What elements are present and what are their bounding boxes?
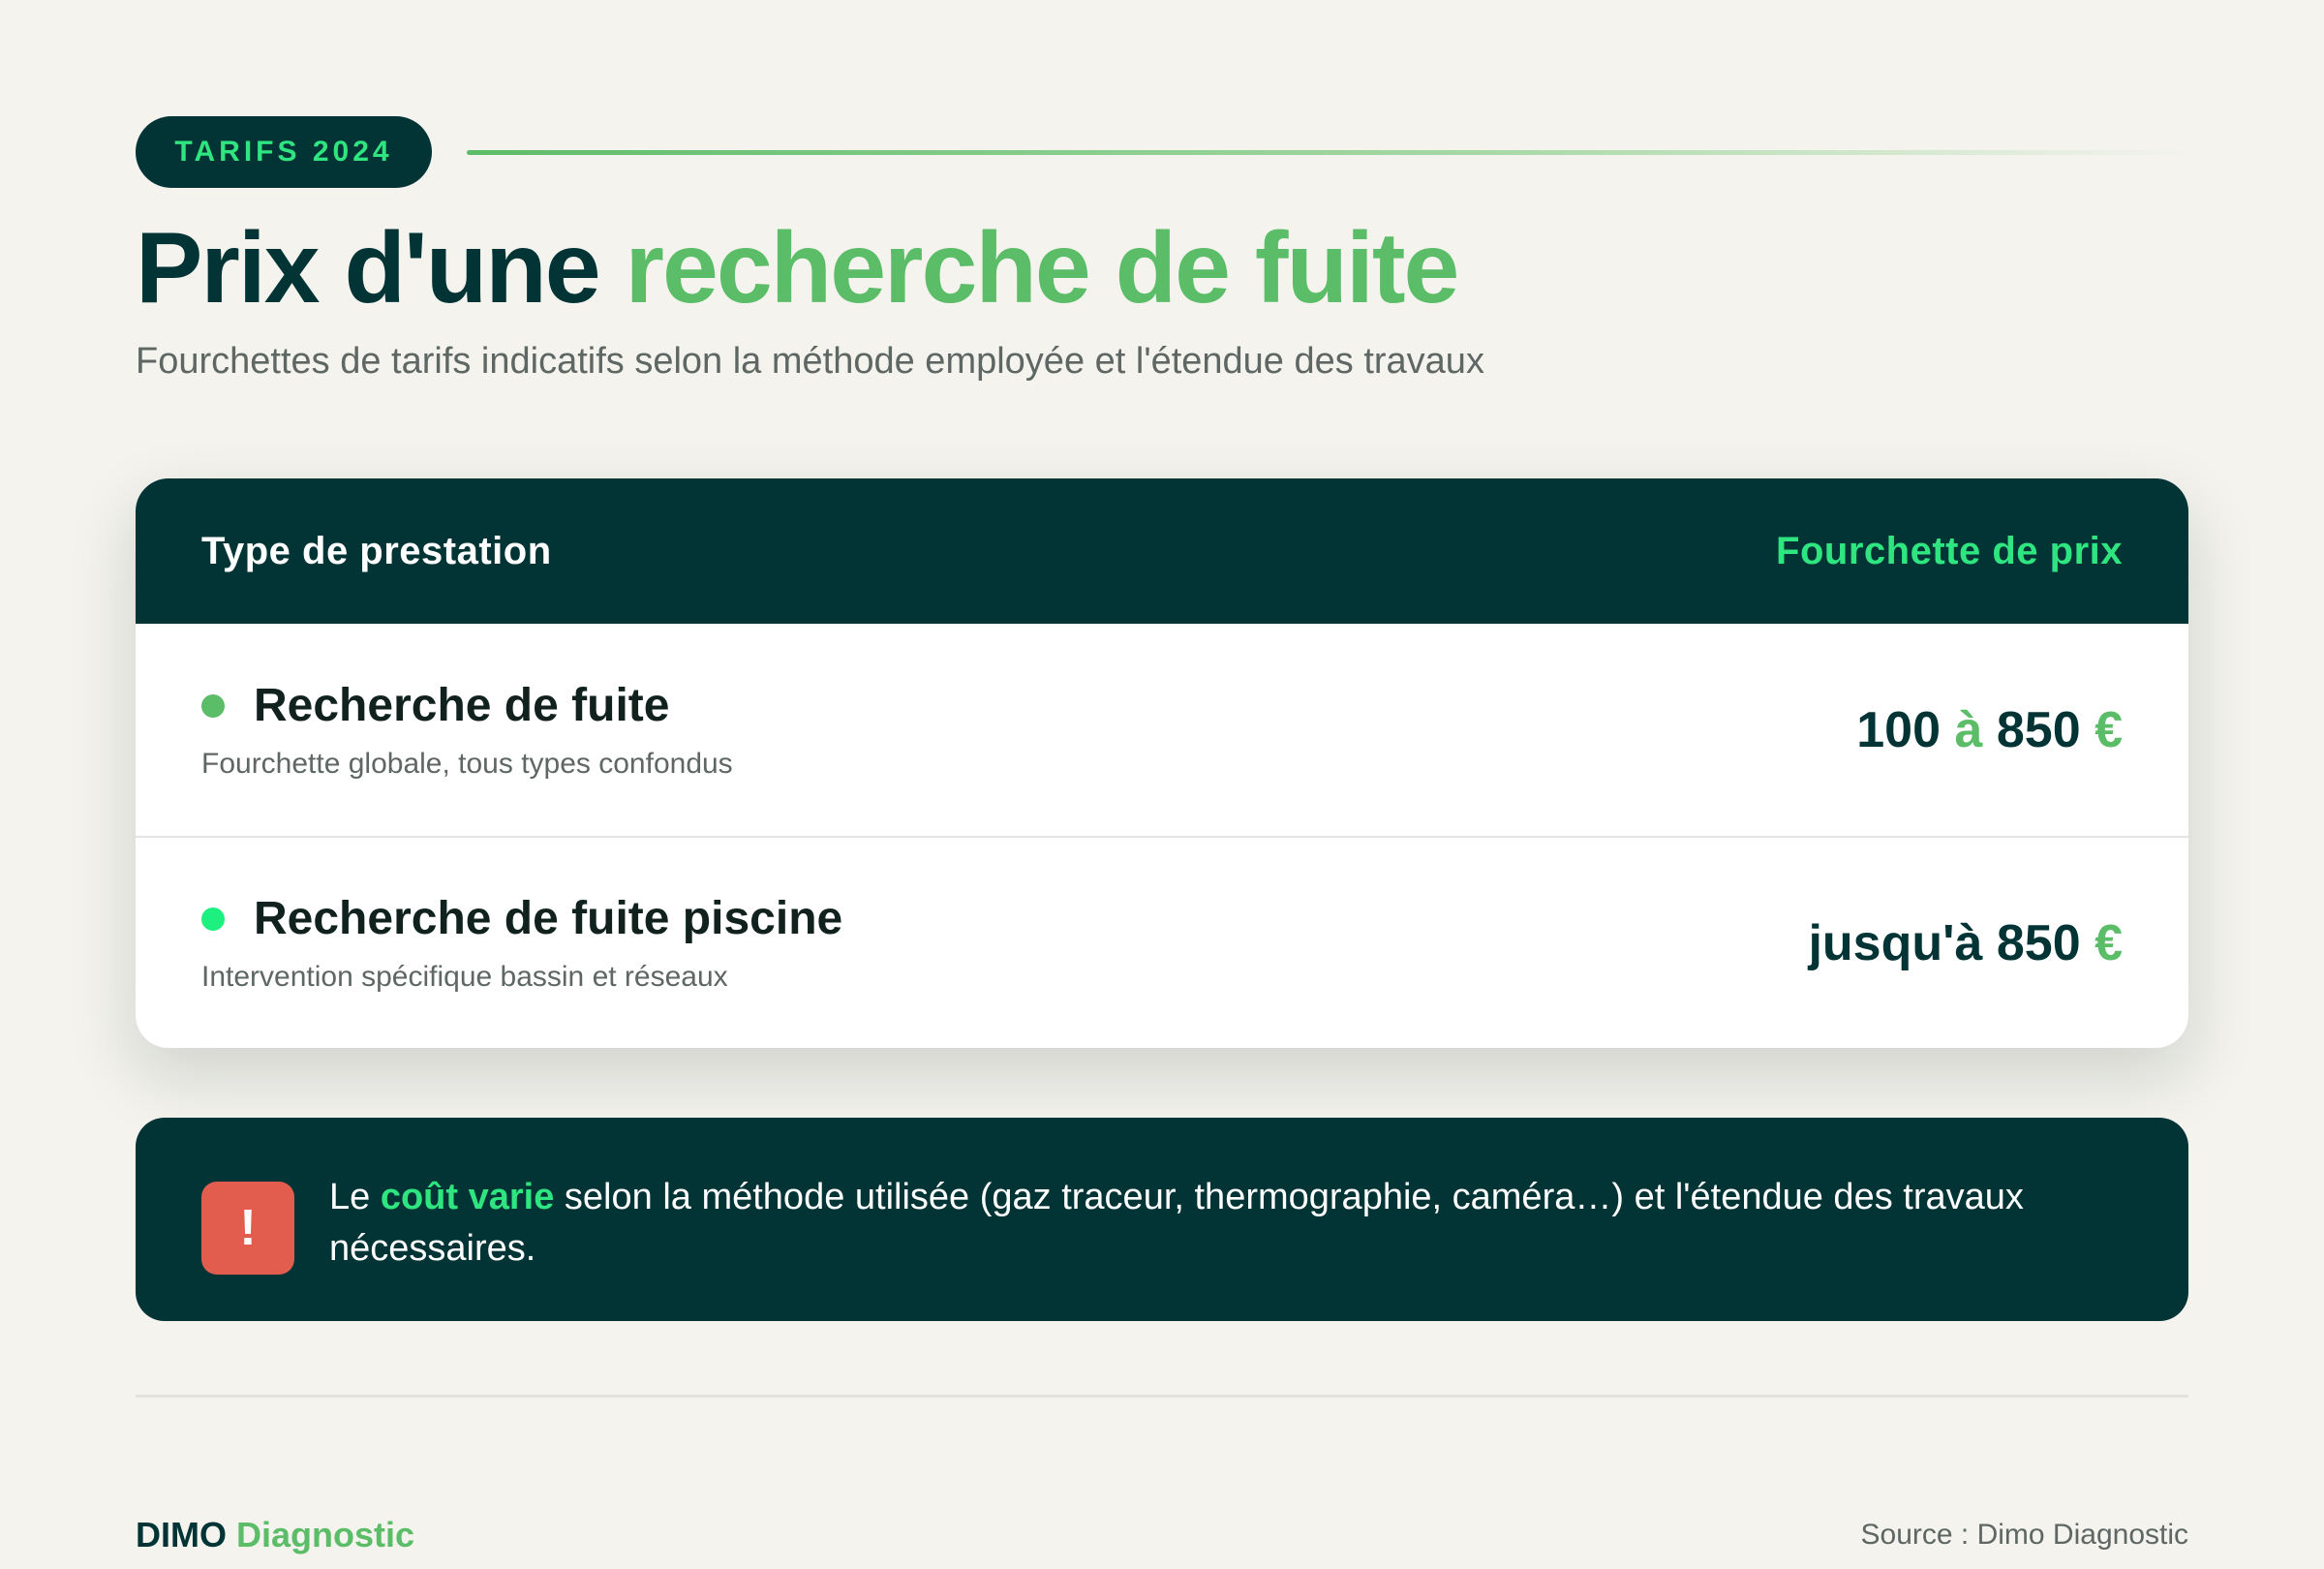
row-description: Recherche de fuite piscine Intervention … [201,892,842,994]
table-row: Recherche de fuite piscine Intervention … [136,836,2188,1048]
note-text-before: Le [329,1177,381,1217]
service-name: Recherche de fuite piscine [254,893,843,944]
price-to: 850 [1996,701,2081,758]
brand-main: DIMO [136,1515,227,1554]
price-table: Type de prestation Fourchette de prix Re… [136,478,2188,1048]
eyebrow-row: TARIFS 2024 [136,116,2188,188]
service-description: Intervention spécifique bassin et réseau… [201,961,728,993]
row-description: Recherche de fuite Fourchette globale, t… [201,679,733,781]
page: TARIFS 2024 Prix d'une recherche de fuit… [136,116,2188,1554]
page-title: Prix d'une recherche de fuite [136,213,2188,323]
price-range: jusqu'à 850 € [1808,914,2123,972]
service-name: Recherche de fuite [254,680,670,731]
exclamation-icon: ! [201,1182,294,1275]
note-text-after: selon la méthode utilisée (gaz traceur, … [329,1177,2024,1269]
price-separator: à [1954,701,1983,758]
decorative-line [467,149,2188,155]
footer: DIMO Diagnostic Source : Dimo Diagnostic [136,1515,2188,1555]
row-title: Recherche de fuite piscine [201,892,842,945]
price-max: jusqu'à 850 [1808,914,2081,971]
table-header: Type de prestation Fourchette de prix [136,478,2188,624]
title-main: Prix d'une [136,212,626,324]
title-accent: recherche de fuite [625,212,1460,324]
source-credit: Source : Dimo Diagnostic [1860,1519,2188,1551]
page-subtitle: Fourchettes de tarifs indicatifs selon l… [136,341,1484,383]
brand-logo: DIMO Diagnostic [136,1515,414,1555]
note-text: Le coût varie selon la méthode utilisée … [329,1172,2123,1275]
info-note: ! Le coût varie selon la méthode utilisé… [136,1118,2188,1321]
service-description: Fourchette globale, tous types confondus [201,748,733,780]
price-range: 100 à 850 € [1856,701,2123,759]
note-highlight: coût varie [380,1177,555,1217]
table-row: Recherche de fuite Fourchette globale, t… [136,624,2188,836]
price-currency: € [2095,701,2123,758]
footer-divider [136,1395,2188,1398]
row-title: Recherche de fuite [201,679,733,732]
column-header-type: Type de prestation [201,529,552,572]
price-currency: € [2095,914,2123,971]
bullet-dot-icon [201,693,225,718]
brand-accent: Diagnostic [236,1515,415,1554]
price-from: 100 [1856,701,1942,758]
column-header-price: Fourchette de prix [1776,529,2123,572]
year-badge: TARIFS 2024 [136,116,432,188]
bullet-dot-icon [201,907,225,931]
